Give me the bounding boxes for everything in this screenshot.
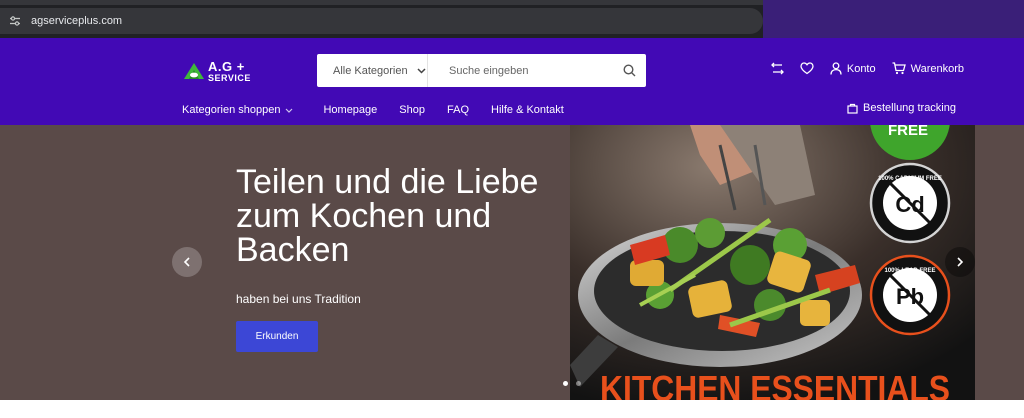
- nav-item-help-contact[interactable]: Hilfe & Kontakt: [491, 104, 564, 116]
- account-button[interactable]: Konto: [830, 62, 876, 75]
- hero-slider: FREE Cd 100% CADMIUM FREE Pb 100% LEAD F…: [0, 125, 1024, 400]
- chevron-left-icon: [183, 257, 190, 267]
- main-nav: Kategorien shoppen Homepage Shop FAQ Hil…: [182, 102, 586, 118]
- slider-dot-2[interactable]: [576, 381, 581, 386]
- chevron-down-icon: [417, 67, 426, 74]
- heart-icon: [800, 62, 814, 75]
- site-header: A.G + SERVICE Alle Kategorien Konto War: [0, 38, 1024, 125]
- search-input[interactable]: [428, 54, 612, 87]
- slider-next-button[interactable]: [945, 247, 975, 277]
- account-label: Konto: [846, 62, 876, 75]
- logo-line-1: A.G +: [208, 58, 245, 74]
- category-select-label: Alle Kategorien: [333, 64, 408, 77]
- order-tracking-link[interactable]: Bestellung tracking: [847, 102, 956, 114]
- nav-item-shop[interactable]: Shop: [399, 104, 425, 116]
- hero-title-line-2: zum Kochen und: [236, 197, 492, 235]
- slider-dots: [563, 381, 581, 386]
- order-tracking-label: Bestellung tracking: [863, 102, 956, 114]
- browser-toolbar: agserviceplus.com: [0, 0, 1024, 38]
- nav-item-homepage[interactable]: Homepage: [323, 104, 377, 116]
- badge-cadmium-text: 100% CADMIUM FREE: [878, 176, 942, 182]
- nav-item-faq[interactable]: FAQ: [447, 104, 469, 116]
- address-bar[interactable]: agserviceplus.com: [0, 8, 763, 34]
- page-below-hero: [0, 400, 1024, 418]
- badge-free-text: FREE: [888, 125, 928, 139]
- tab-strip: [0, 0, 763, 5]
- cart-label: Warenkorb: [910, 62, 964, 75]
- search-button[interactable]: [612, 54, 646, 87]
- hero-title-line-3: Backen: [236, 231, 350, 269]
- user-icon: [830, 62, 842, 75]
- hero-product-image: FREE Cd 100% CADMIUM FREE Pb 100% LEAD F…: [570, 125, 975, 400]
- package-icon: [847, 103, 858, 114]
- browser-toolbar-right: [763, 0, 1024, 38]
- slider-prev-button[interactable]: [172, 247, 202, 277]
- compare-icon: [770, 62, 784, 75]
- cart-icon: [892, 62, 906, 75]
- badge-lead-text: 100% LEAD FREE: [884, 268, 935, 274]
- hero-title-line-1: Teilen und die Liebe: [236, 163, 539, 201]
- hero-title: Teilen und die Liebe zum Kochen und Back…: [236, 165, 566, 267]
- url-text[interactable]: agserviceplus.com: [31, 15, 122, 27]
- chevron-right-icon: [957, 257, 964, 267]
- compare-button[interactable]: [770, 62, 784, 75]
- wishlist-button[interactable]: [800, 62, 814, 75]
- nav-shop-categories[interactable]: Kategorien shoppen: [182, 104, 293, 116]
- explore-button[interactable]: Erkunden: [236, 321, 318, 352]
- nav-shop-categories-label: Kategorien shoppen: [182, 104, 281, 116]
- chevron-down-icon: [285, 108, 293, 113]
- cart-button[interactable]: Warenkorb: [892, 62, 964, 75]
- search-bar: Alle Kategorien: [317, 54, 646, 87]
- site-info-icon[interactable]: [7, 13, 23, 29]
- logo-line-2: SERVICE: [208, 72, 251, 83]
- category-select[interactable]: Alle Kategorien: [317, 54, 428, 87]
- site-logo[interactable]: A.G + SERVICE: [183, 58, 263, 84]
- hero-subtitle: haben bei uns Tradition: [236, 292, 361, 306]
- header-actions: Konto Warenkorb: [770, 62, 964, 75]
- search-icon: [622, 64, 635, 77]
- slider-dot-1[interactable]: [563, 381, 568, 386]
- banner-text: KITCHEN ESSENTIALS: [600, 368, 950, 400]
- logo-mark-icon: [183, 61, 205, 81]
